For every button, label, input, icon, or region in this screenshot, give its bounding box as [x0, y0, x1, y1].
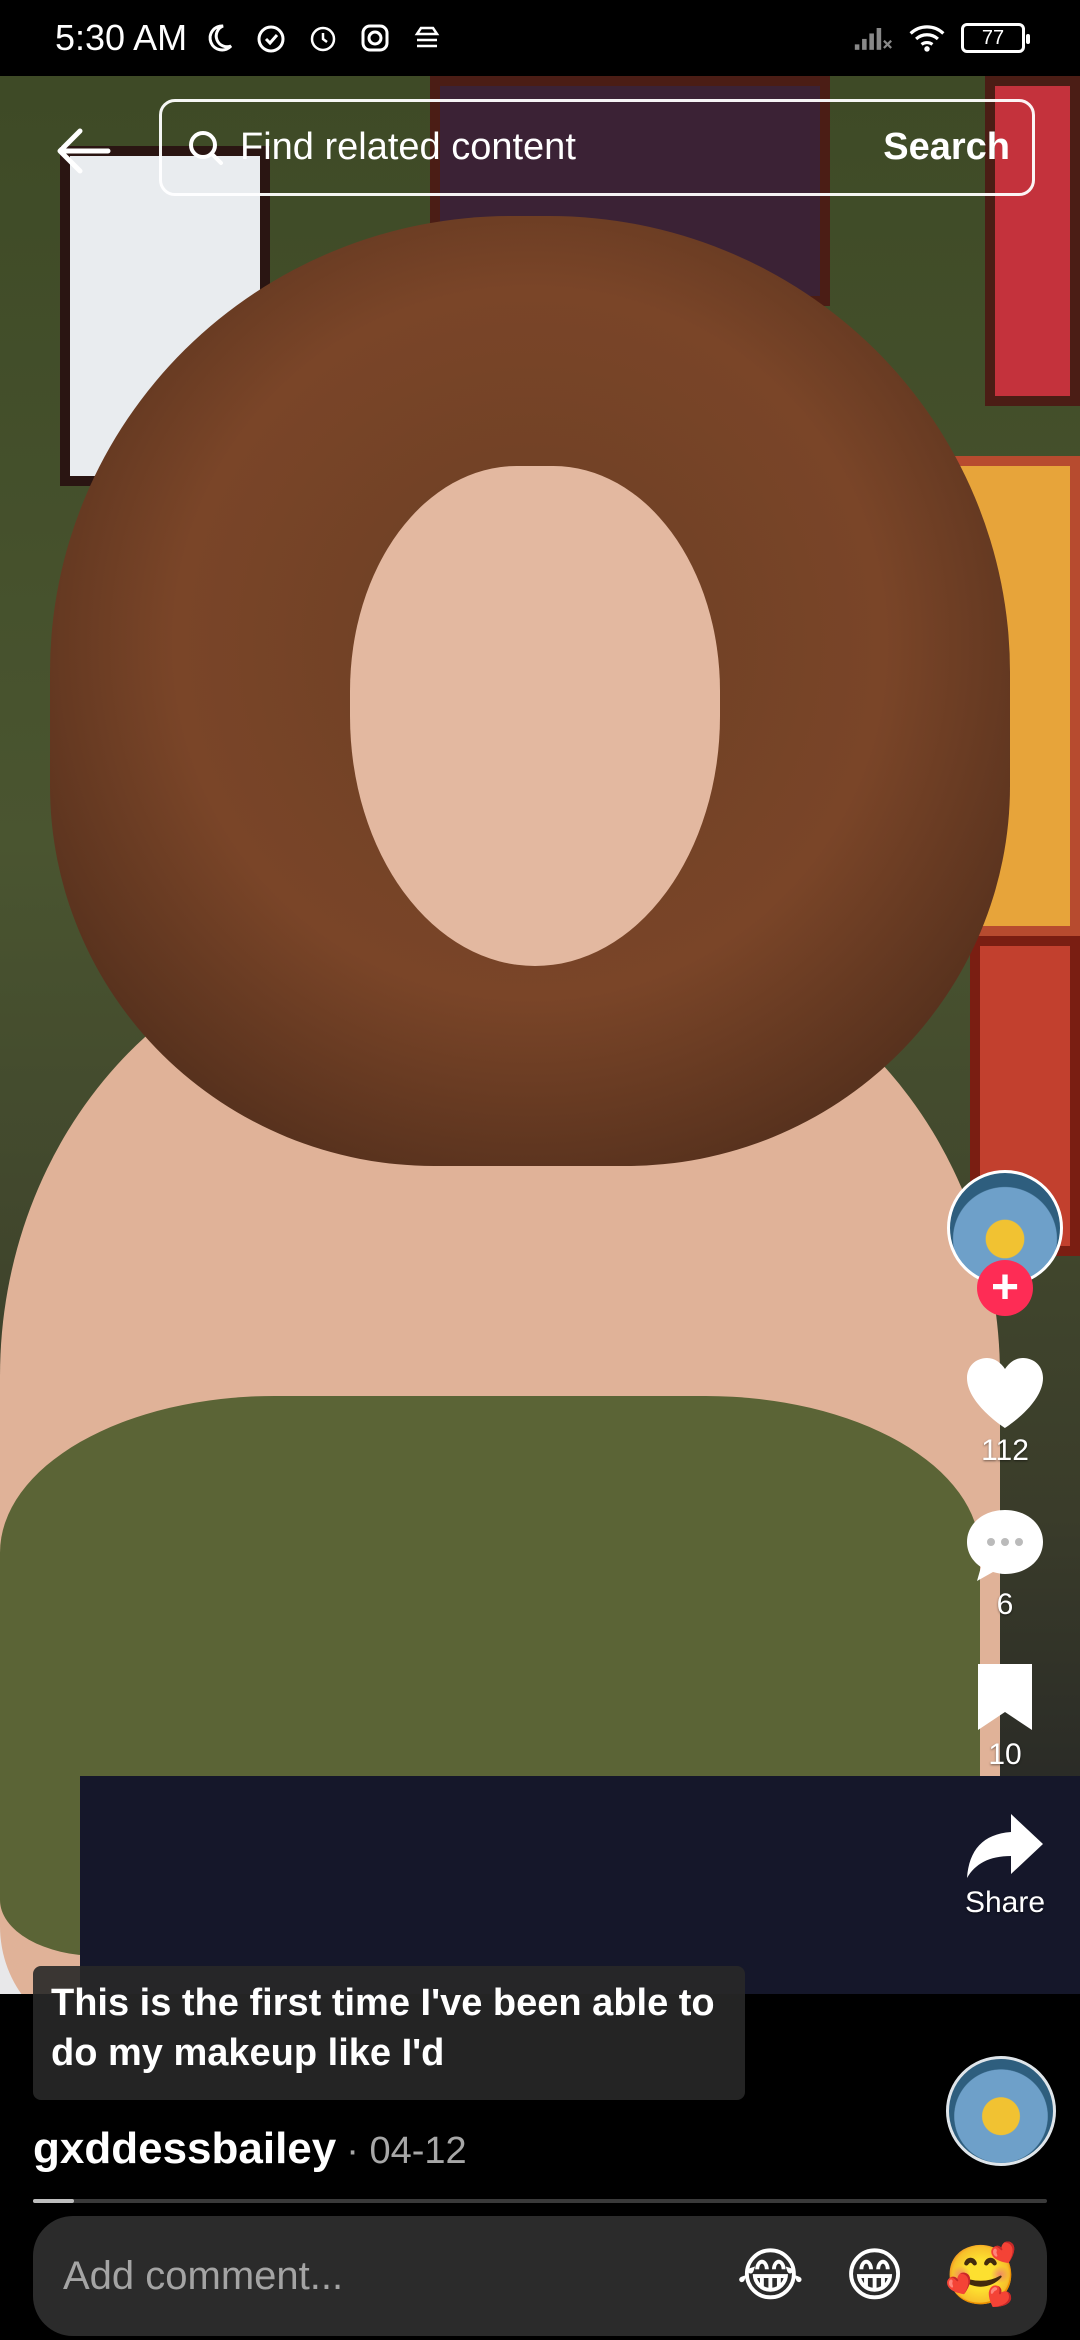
status-left: 5:30 AM	[55, 17, 447, 59]
comment-input[interactable]: Add comment...	[63, 2254, 697, 2299]
search-input[interactable]: Find related content	[240, 126, 883, 169]
signal-icon	[853, 18, 893, 58]
arrow-left-icon	[57, 128, 111, 174]
date-separator: ·	[346, 2130, 359, 2172]
bookmark-count: 10	[988, 1738, 1022, 1771]
comment-icon	[967, 1510, 1043, 1581]
action-rail: + 112 6 10 Share	[930, 1170, 1080, 1920]
battery-icon: 77	[961, 23, 1030, 53]
like-button[interactable]: 112	[963, 1354, 1047, 1468]
person-face	[350, 466, 720, 966]
plus-icon: +	[990, 1261, 1020, 1314]
video-caption[interactable]: This is the first time I've been able to…	[33, 1966, 745, 2100]
author-row: gxddessbailey · 04-12	[33, 2124, 467, 2174]
alarm-icon	[251, 18, 291, 58]
comment-button[interactable]: 6	[963, 1506, 1047, 1622]
emoji-hearts-button[interactable]: 🥰	[945, 2247, 1017, 2305]
back-button[interactable]	[48, 115, 120, 187]
share-icon	[967, 1814, 1043, 1878]
share-button[interactable]: Share	[965, 1810, 1045, 1920]
battery-level: 77	[981, 26, 1005, 49]
search-bar[interactable]: Find related content Search	[159, 99, 1035, 196]
like-count: 112	[981, 1434, 1029, 1467]
video-progress-fill	[33, 2199, 74, 2203]
wifi-icon	[907, 18, 947, 58]
status-time: 5:30 AM	[55, 17, 188, 58]
moon-icon	[199, 18, 239, 58]
alarm-clock-icon	[303, 18, 343, 58]
emoji-grin-button[interactable]: 😁	[844, 2247, 904, 2305]
comment-count: 6	[996, 1588, 1014, 1621]
share-label: Share	[964, 1886, 1046, 1919]
status-bar: 5:30 AM 77	[0, 0, 1080, 76]
bookmark-button[interactable]: 10	[974, 1660, 1036, 1772]
comment-bar: Add comment... 😂 😁 🥰	[33, 2216, 1047, 2336]
inbox-icon	[407, 18, 447, 58]
emoji-tears-of-joy-button[interactable]: 😂	[737, 2247, 805, 2305]
follow-button[interactable]: +	[977, 1260, 1033, 1316]
video-progress-bar[interactable]	[33, 2199, 1047, 2203]
heart-icon	[967, 1358, 1043, 1428]
bookmark-icon	[978, 1664, 1032, 1730]
search-button[interactable]: Search	[883, 126, 1010, 169]
search-icon	[184, 126, 228, 170]
author-name[interactable]: gxddessbailey	[33, 2124, 336, 2174]
music-disc[interactable]	[946, 2056, 1056, 2166]
date-value: 04-12	[369, 2130, 467, 2172]
post-date: · 04-12	[346, 2130, 466, 2173]
video-player[interactable]	[0, 76, 1080, 1994]
instagram-icon	[355, 18, 395, 58]
status-right: 77	[853, 18, 1030, 58]
